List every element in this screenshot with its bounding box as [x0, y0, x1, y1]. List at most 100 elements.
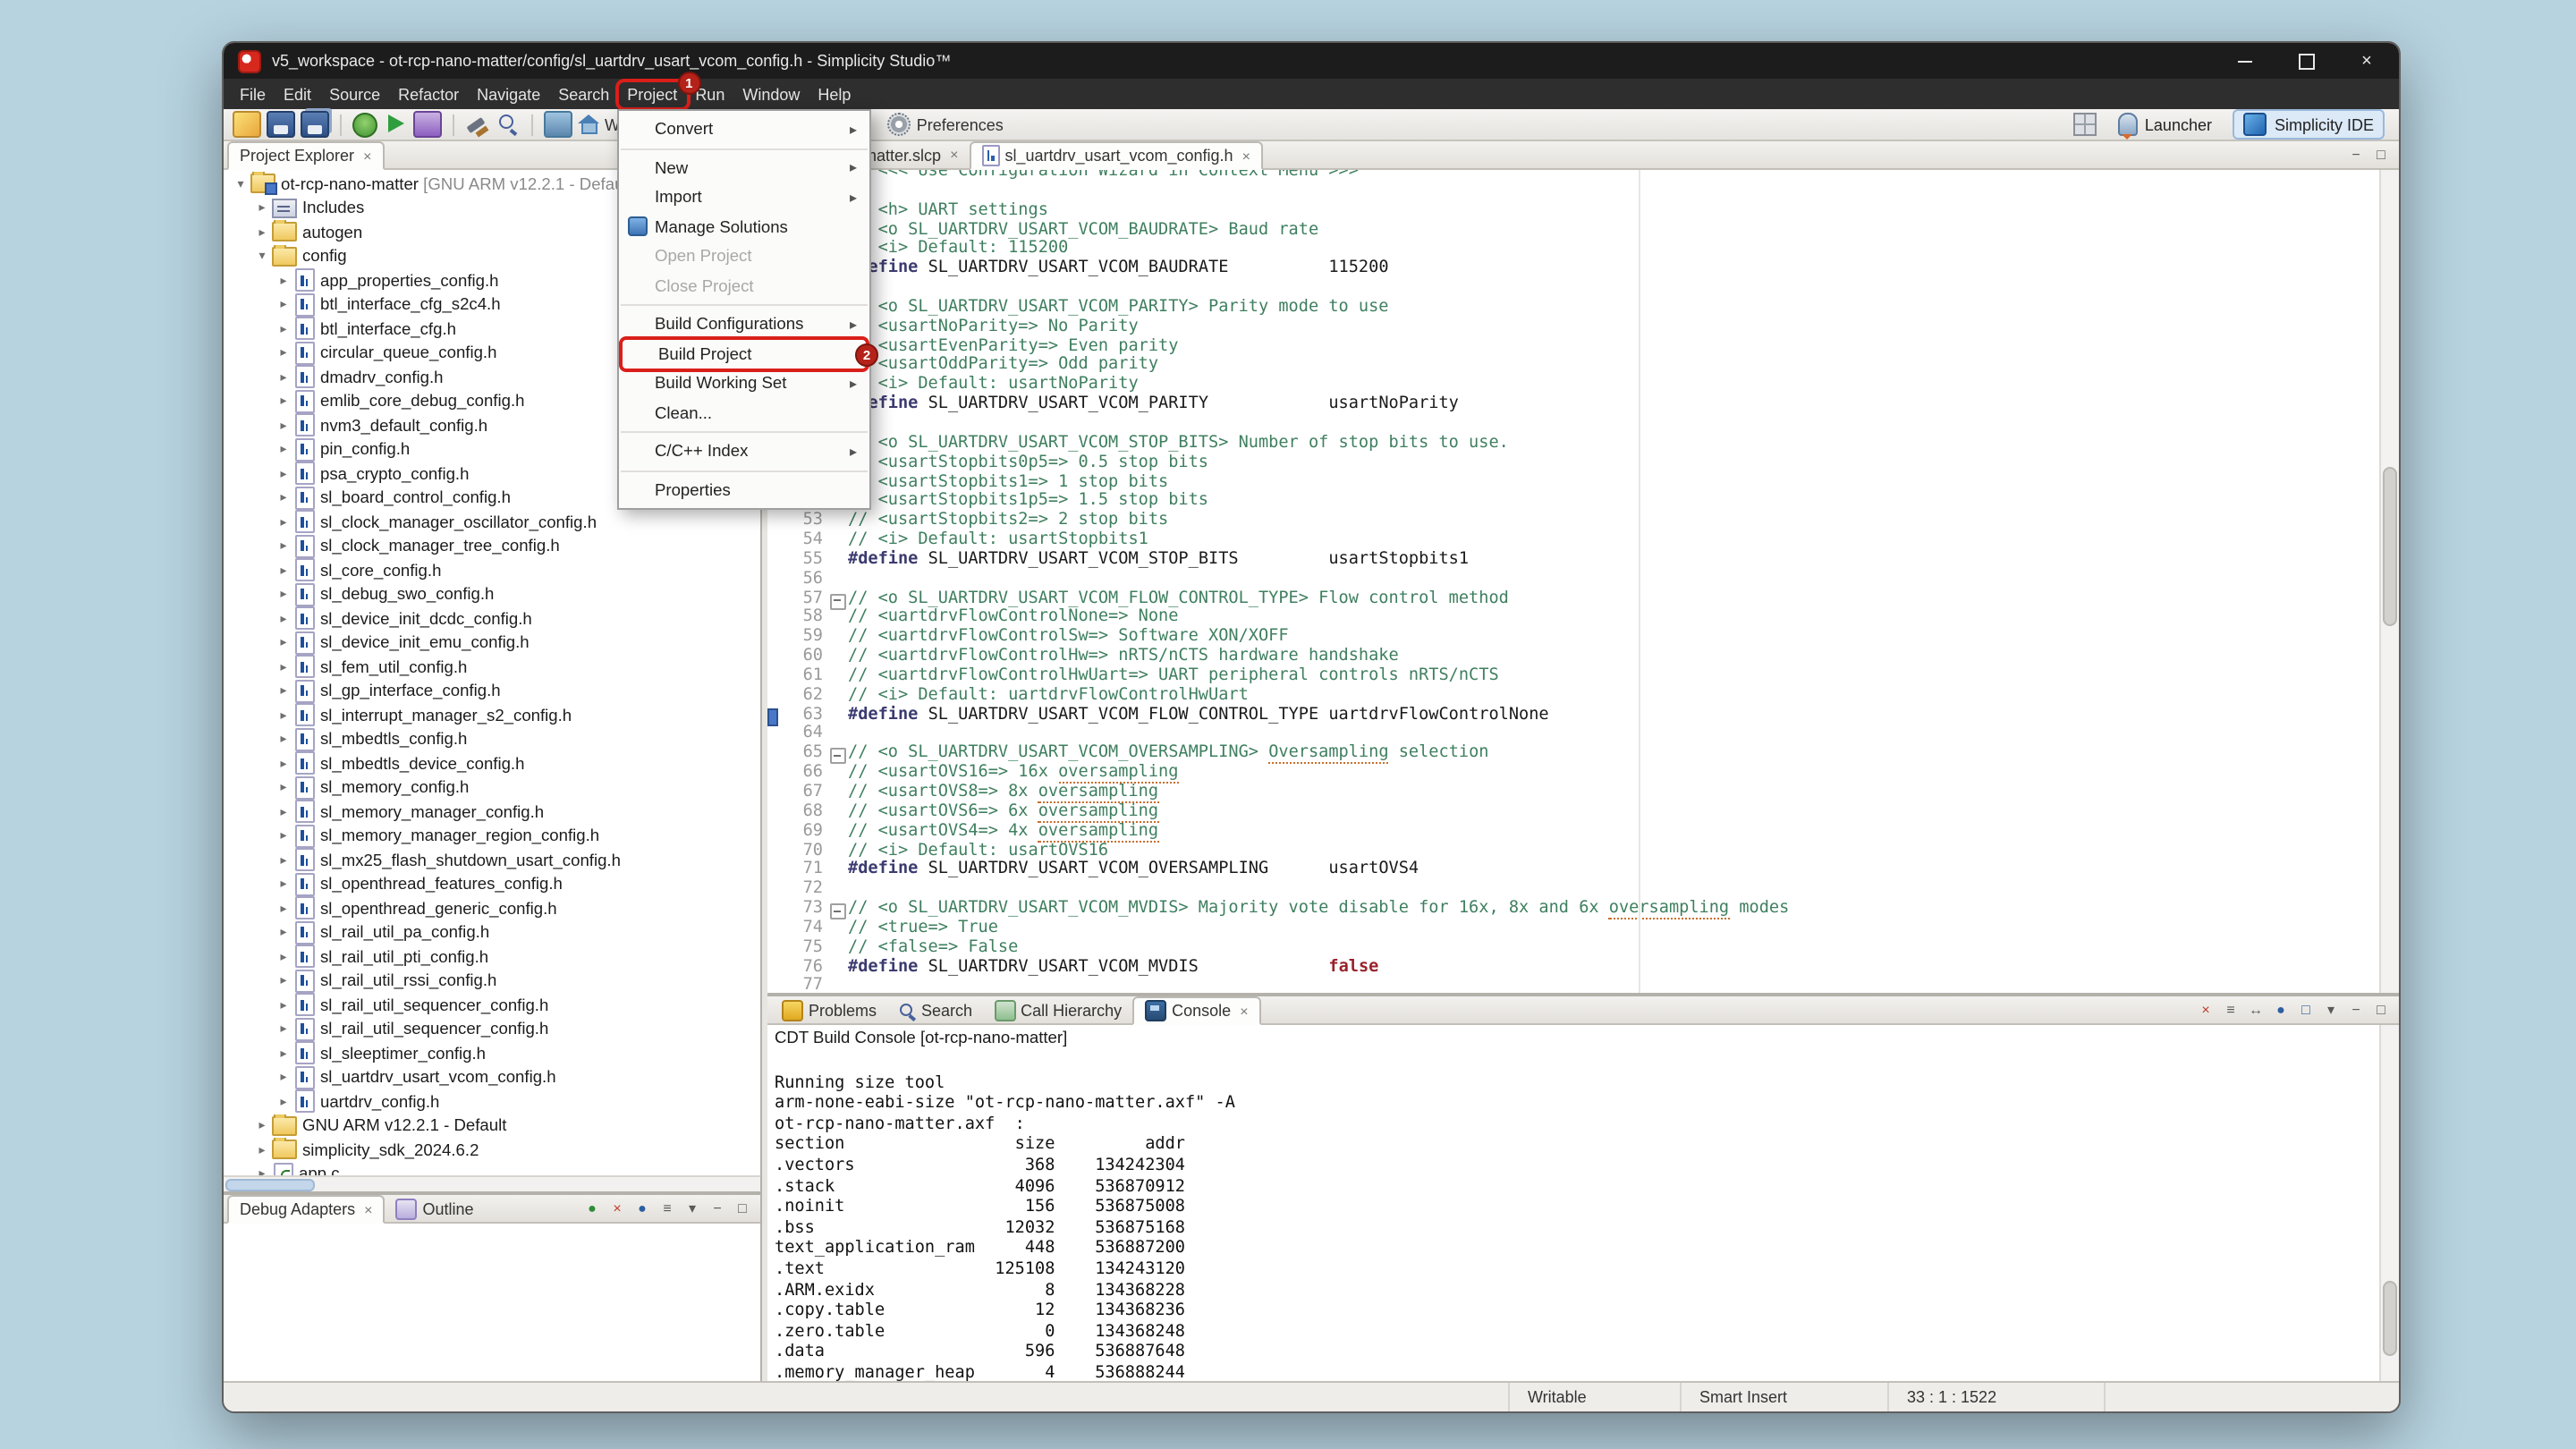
collapsed-chevron-icon[interactable]: ▸ [274, 636, 293, 650]
collapsed-chevron-icon[interactable]: ▸ [274, 491, 293, 505]
tree-item-uartdrv-config-h[interactable]: ▸uartdrv_config.h [224, 1089, 760, 1114]
collapsed-chevron-icon[interactable]: ▸ [274, 733, 293, 747]
collapsed-chevron-icon[interactable]: ▸ [274, 998, 293, 1013]
word-wrap-icon[interactable]: ↔ [2245, 999, 2267, 1021]
maximize-button[interactable] [2295, 50, 2317, 72]
collapsed-chevron-icon[interactable]: ▸ [274, 781, 293, 795]
preferences-button[interactable]: Preferences [888, 113, 1004, 136]
tree-item-gnu-arm-v12-2-1-default[interactable]: ▸GNU ARM v12.2.1 - Default [224, 1114, 760, 1138]
menubar-item-navigate[interactable]: Navigate [468, 81, 549, 106]
collapsed-chevron-icon[interactable]: ▸ [274, 853, 293, 868]
menu-item-build-configurations[interactable]: Build Configurations▸ [619, 309, 869, 339]
bottom-tab-problems[interactable]: Problems [771, 996, 887, 1023]
collapsed-chevron-icon[interactable]: ▸ [274, 708, 293, 723]
menu-item-c-c-index[interactable]: C/C++ Index▸ [619, 436, 869, 466]
tree-item-sl-debug-swo-config-h[interactable]: ▸sl_debug_swo_config.h [224, 582, 760, 606]
disconnect-adapter-icon[interactable]: × [606, 1198, 628, 1219]
tree-item-sl-clock-manager-tree-config-h[interactable]: ▸sl_clock_manager_tree_config.h [224, 534, 760, 558]
collapsed-chevron-icon[interactable]: ▸ [274, 902, 293, 916]
pin-console-icon[interactable]: ● [2270, 999, 2292, 1021]
collapsed-chevron-icon[interactable]: ▸ [274, 829, 293, 843]
collapsed-chevron-icon[interactable]: ▸ [274, 564, 293, 578]
launcher-perspective-button[interactable]: Launcher [2109, 111, 2221, 138]
menubar-item-source[interactable]: Source [320, 81, 389, 106]
collapsed-chevron-icon[interactable]: ▸ [274, 877, 293, 892]
tree-item-sl-memory-manager-config-h[interactable]: ▸sl_memory_manager_config.h [224, 800, 760, 824]
minimize-view-icon[interactable]: − [707, 1198, 728, 1219]
open-console-icon[interactable]: □ [2295, 999, 2317, 1021]
tree-item-sl-openthread-features-config-h[interactable]: ▸sl_openthread_features_config.h [224, 872, 760, 896]
collapsed-chevron-icon[interactable]: ▸ [274, 660, 293, 674]
collapsed-chevron-icon[interactable]: ▸ [274, 370, 293, 385]
tree-item-sl-uartdrv-usart-vcom-config-h[interactable]: ▸sl_uartdrv_usart_vcom_config.h [224, 1065, 760, 1089]
explorer-hscrollbar-thumb[interactable] [225, 1179, 315, 1191]
menu-item-properties[interactable]: Properties [619, 475, 869, 504]
code-editor[interactable]: 35// <<< Use Configuration Wizard in Con… [767, 170, 2399, 993]
save-button[interactable] [267, 111, 295, 138]
minimize-view-icon[interactable]: − [2345, 999, 2367, 1021]
collapsed-chevron-icon[interactable]: ▸ [274, 515, 293, 530]
collapsed-chevron-icon[interactable]: ▸ [252, 1119, 272, 1133]
tree-item-sl-clock-manager-oscillator-config-h[interactable]: ▸sl_clock_manager_oscillator_config.h [224, 510, 760, 534]
close-tab-icon[interactable]: × [1240, 1003, 1248, 1019]
console-menu-icon[interactable]: ▾ [2320, 999, 2342, 1021]
menu-item-convert[interactable]: Convert▸ [619, 114, 869, 144]
menubar-item-project[interactable]: Project1 [618, 81, 686, 106]
collapsed-chevron-icon[interactable]: ▸ [252, 201, 272, 216]
tools-button[interactable] [544, 111, 572, 138]
collapsed-chevron-icon[interactable]: ▸ [252, 1167, 272, 1176]
close-tab-icon[interactable]: × [364, 1201, 372, 1217]
tree-item-sl-rail-util-pa-config-h[interactable]: ▸sl_rail_util_pa_config.h [224, 920, 760, 945]
fold-minus-icon[interactable] [828, 745, 848, 765]
debug-tab-debug-adapters[interactable]: Debug Adapters× [227, 1195, 385, 1224]
expanded-chevron-icon[interactable]: ▾ [231, 177, 250, 191]
editor-scrollbar-thumb[interactable] [2383, 466, 2397, 626]
collapsed-chevron-icon[interactable]: ▸ [252, 1143, 272, 1157]
clear-console-icon[interactable]: × [2195, 999, 2216, 1021]
close-tab-icon[interactable]: × [1242, 148, 1250, 164]
close-tab-icon[interactable]: × [950, 147, 958, 163]
tree-item-sl-rail-util-sequencer-config-h[interactable]: ▸sl_rail_util_sequencer_config.h [224, 993, 760, 1017]
menubar-item-file[interactable]: File [231, 81, 275, 106]
tree-item-sl-rail-util-pti-config-h[interactable]: ▸sl_rail_util_pti_config.h [224, 945, 760, 969]
console-scrollbar[interactable] [2379, 1025, 2399, 1381]
editor-scrollbar[interactable] [2379, 170, 2399, 993]
minimize-editor-icon[interactable]: − [2345, 144, 2367, 165]
collapsed-chevron-icon[interactable]: ▸ [274, 274, 293, 288]
collapsed-chevron-icon[interactable]: ▸ [274, 322, 293, 336]
menubar-item-search[interactable]: Search [549, 81, 618, 106]
collapsed-chevron-icon[interactable]: ▸ [274, 1022, 293, 1037]
adapter-scan-icon[interactable]: ● [631, 1198, 653, 1219]
flash-button[interactable] [413, 111, 442, 138]
menubar-item-help[interactable]: Help [809, 81, 860, 106]
collapsed-chevron-icon[interactable]: ▸ [274, 298, 293, 312]
explorer-tab-project-explorer[interactable]: Project Explorer× [227, 141, 384, 170]
tree-item-sl-device-init-dcdc-config-h[interactable]: ▸sl_device_init_dcdc_config.h [224, 606, 760, 631]
bottom-tab-console[interactable]: Console× [1132, 996, 1260, 1025]
menu-item-clean[interactable]: Clean... [619, 398, 869, 428]
collapsed-chevron-icon[interactable]: ▸ [274, 684, 293, 699]
bottom-tab-call-hierarchy[interactable]: Call Hierarchy [983, 996, 1132, 1023]
tree-item-sl-interrupt-manager-s2-config-h[interactable]: ▸sl_interrupt_manager_s2_config.h [224, 703, 760, 727]
menu-item-new[interactable]: New▸ [619, 153, 869, 182]
menu-item-manage-solutions[interactable]: Manage Solutions [619, 212, 869, 242]
search-button[interactable] [496, 113, 521, 136]
debug-button[interactable] [352, 112, 377, 137]
tree-item-sl-core-config-h[interactable]: ▸sl_core_config.h [224, 558, 760, 582]
collapsed-chevron-icon[interactable]: ▸ [274, 974, 293, 988]
editor-tab-sl-uartdrv-usart-vcom-config-h[interactable]: sl_uartdrv_usart_vcom_config.h× [969, 141, 1263, 170]
new-wizard-button[interactable] [233, 111, 261, 138]
tree-item-sl-mx25-flash-shutdown-usart-config-h[interactable]: ▸sl_mx25_flash_shutdown_usart_config.h [224, 848, 760, 872]
collapsed-chevron-icon[interactable]: ▸ [274, 346, 293, 360]
collapsed-chevron-icon[interactable]: ▸ [274, 443, 293, 457]
view-menu-icon[interactable]: ▾ [682, 1198, 703, 1219]
close-tab-icon[interactable]: × [363, 148, 371, 164]
tree-item-sl-mbedtls-device-config-h[interactable]: ▸sl_mbedtls_device_config.h [224, 751, 760, 775]
tree-item-sl-rail-util-rssi-config-h[interactable]: ▸sl_rail_util_rssi_config.h [224, 969, 760, 993]
tree-item-sl-device-init-emu-config-h[interactable]: ▸sl_device_init_emu_config.h [224, 631, 760, 655]
collapsed-chevron-icon[interactable]: ▸ [274, 539, 293, 554]
collapsed-chevron-icon[interactable]: ▸ [274, 612, 293, 626]
build-button[interactable] [465, 113, 490, 136]
run-button[interactable] [383, 113, 408, 136]
menu-item-import[interactable]: Import▸ [619, 182, 869, 212]
